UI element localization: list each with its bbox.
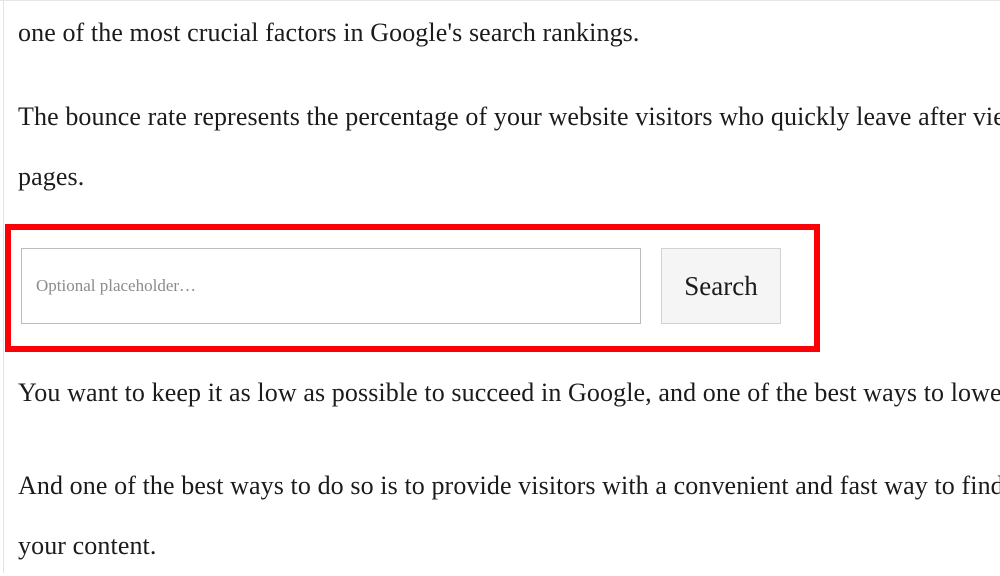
- search-input[interactable]: [21, 248, 641, 324]
- page-left-rule: [3, 1, 4, 573]
- paragraph-crucial-factors: one of the most crucial factors in Googl…: [18, 18, 640, 47]
- paragraph-bounce-rate-line-2: pages.: [18, 162, 85, 191]
- paragraph-best-ways-line-1: And one of the best ways to do so is to …: [18, 471, 1000, 500]
- paragraph-best-ways-line-2: your content.: [18, 531, 157, 560]
- page-frame: one of the most crucial factors in Googl…: [0, 0, 1000, 573]
- search-button[interactable]: Search: [661, 248, 781, 324]
- paragraph-bounce-rate-line-1: The bounce rate represents the percentag…: [18, 102, 1000, 131]
- paragraph-keep-it-low: You want to keep it as low as possible t…: [18, 378, 1000, 407]
- search-form: Search: [21, 248, 781, 324]
